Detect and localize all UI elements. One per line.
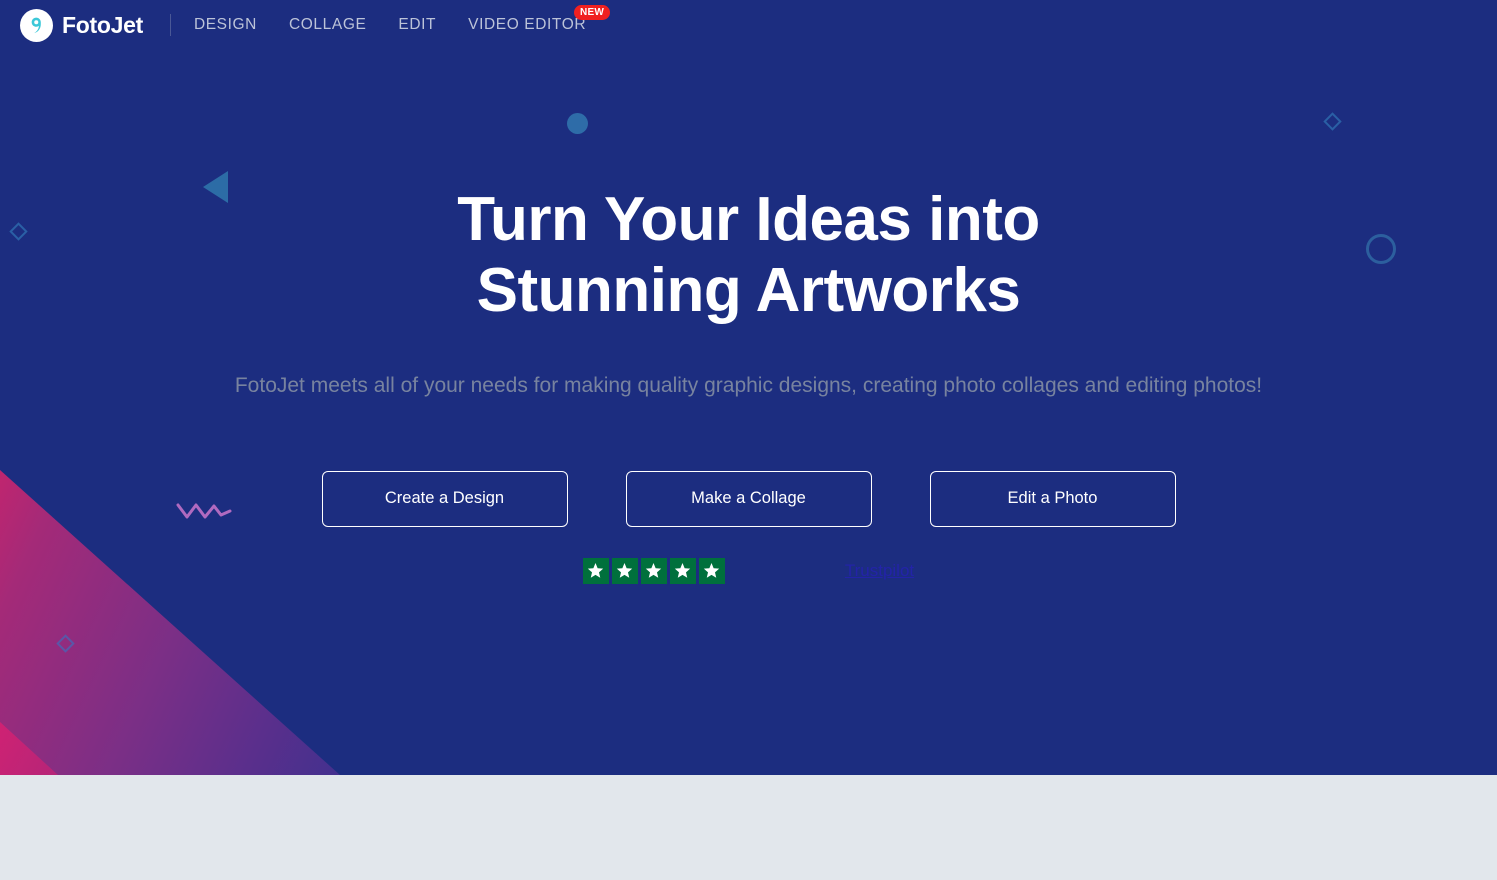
fotojet-spiral-logo-icon	[20, 8, 53, 42]
nav-item-edit-label: EDIT	[398, 16, 437, 33]
brand-logo-link[interactable]: FotoJet	[20, 8, 143, 42]
headline-line-1: Turn Your Ideas into	[457, 185, 1040, 254]
star-icon	[611, 557, 638, 584]
star-icon	[582, 557, 609, 584]
nav-item-edit[interactable]: EDIT	[382, 16, 452, 34]
create-a-design-button[interactable]: Create a Design	[321, 470, 568, 527]
edit-a-photo-button[interactable]: Edit a Photo	[929, 470, 1176, 527]
lower-content-section	[0, 775, 1497, 880]
cta-button-group: Create a Design Make a Collage Edit a Ph…	[0, 470, 1497, 527]
nav-item-video-editor[interactable]: VIDEO EDITOR NEW	[452, 5, 611, 34]
decorative-pink-corner	[0, 722, 58, 775]
new-badge: NEW	[573, 5, 611, 20]
nav-item-collage[interactable]: COLLAGE	[273, 16, 382, 34]
nav-links-group: DESIGN COLLAGE EDIT VIDEO EDITOR NEW	[194, 5, 611, 34]
top-navigation-bar: FotoJet DESIGN COLLAGE EDIT VIDEO EDITOR…	[0, 0, 1497, 50]
trustpilot-link[interactable]: Trustpilot	[845, 561, 914, 581]
page-title: Turn Your Ideas into Stunning Artworks	[0, 185, 1497, 326]
make-a-collage-button[interactable]: Make a Collage	[625, 470, 872, 527]
star-icon	[669, 557, 696, 584]
hero-section: FotoJet DESIGN COLLAGE EDIT VIDEO EDITOR…	[0, 0, 1497, 775]
nav-item-video-editor-label: VIDEO EDITOR	[468, 16, 587, 33]
fotojet-landing-page: FotoJet DESIGN COLLAGE EDIT VIDEO EDITOR…	[0, 0, 1497, 880]
nav-item-design-label: DESIGN	[193, 16, 257, 33]
diamond-outline-icon	[56, 634, 75, 653]
nav-item-collage-label: COLLAGE	[288, 16, 367, 33]
brand-name: FotoJet	[62, 11, 143, 38]
hero-content: Turn Your Ideas into Stunning Artworks F…	[0, 0, 1497, 584]
nav-item-design[interactable]: DESIGN	[194, 16, 273, 34]
headline-line-2: Stunning Artworks	[476, 255, 1021, 325]
hero-subtitle: FotoJet meets all of your needs for maki…	[234, 374, 1263, 398]
star-icon	[698, 557, 725, 584]
star-rating	[582, 557, 725, 584]
star-icon	[640, 557, 667, 584]
nav-divider	[169, 14, 171, 36]
trustpilot-rating: Trustpilot	[0, 557, 1497, 584]
